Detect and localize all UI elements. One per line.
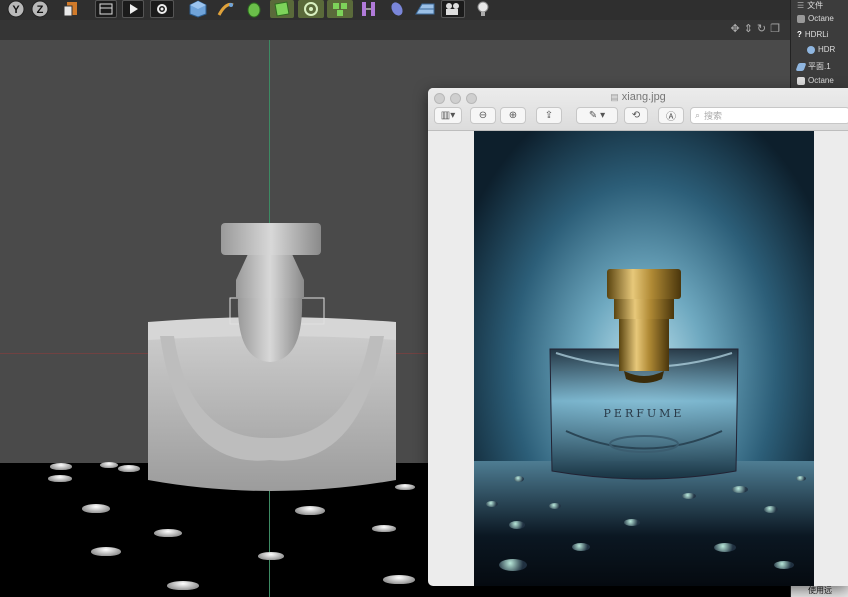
water-drop <box>572 543 590 551</box>
object-item-hdr[interactable]: HDR <box>807 45 835 54</box>
share-button[interactable]: ⇪ <box>536 107 562 124</box>
perfume-image: PERFUME <box>474 131 814 586</box>
search-icon: ⌕ <box>695 110 701 120</box>
water-drop <box>91 547 121 556</box>
cloner-icon[interactable] <box>327 0 353 18</box>
water-drop <box>48 475 72 482</box>
water-drop <box>764 506 778 513</box>
coordinate-system-icon[interactable] <box>60 0 82 18</box>
plane-icon <box>795 62 807 71</box>
water-drop <box>395 484 415 490</box>
move-view-icon[interactable]: ✥ <box>730 22 739 35</box>
water-drop <box>509 521 525 529</box>
water-drop <box>499 559 527 571</box>
water-drop <box>118 465 140 472</box>
preview-window[interactable]: ▤ xiang.jpg ▥▾ ⊖ ⊕ ⇪ ✎ ▾ ⟲ Ⓐ ⌕ 搜索 PERFUM… <box>428 88 848 586</box>
water-drop <box>258 552 284 560</box>
water-drop <box>82 504 110 513</box>
scene-icon[interactable] <box>357 0 381 18</box>
question-icon: ? <box>797 30 802 39</box>
sphere-icon <box>807 45 815 54</box>
perfume-bottle-render <box>549 269 739 480</box>
cube-icon[interactable] <box>186 0 210 18</box>
water-drop <box>549 503 561 509</box>
zoom-out-button[interactable]: ⊖ <box>470 107 496 124</box>
markup-button[interactable]: ✎ ▾ <box>576 107 618 124</box>
object-item-octane[interactable]: Octane <box>797 76 834 85</box>
water-drop <box>732 486 748 493</box>
water-drop <box>154 529 182 537</box>
water-drop <box>372 525 396 532</box>
axis-y-lock-button[interactable]: Y <box>6 0 26 18</box>
object-item-octane-camera[interactable]: Octane <box>797 14 834 23</box>
axis-z-lock-button[interactable]: Z <box>30 0 50 18</box>
nurbs-icon[interactable] <box>242 0 266 18</box>
window-title: ▤ xiang.jpg <box>610 91 666 103</box>
perfume-label: PERFUME <box>603 407 685 420</box>
viewport-nav-icons: ✥ ⇕ ↻ ❐ <box>730 22 780 35</box>
deformer-icon[interactable] <box>270 0 294 18</box>
water-drop <box>624 519 640 526</box>
water-drop <box>50 463 72 470</box>
water-drop <box>682 493 696 499</box>
octane-icon <box>797 14 805 23</box>
water-drop <box>774 561 794 569</box>
water-drop <box>796 476 806 481</box>
floor-icon[interactable] <box>412 0 438 18</box>
search-field[interactable]: ⌕ 搜索 <box>690 107 848 124</box>
zoom-in-button[interactable]: ⊕ <box>500 107 526 124</box>
svg-text:Y: Y <box>12 4 20 16</box>
annotate-button[interactable]: Ⓐ <box>658 107 684 124</box>
render-play-icon[interactable] <box>122 0 144 18</box>
octane-icon <box>797 76 805 85</box>
water-drop <box>514 476 524 482</box>
dolly-view-icon[interactable]: ⇕ <box>744 22 753 35</box>
preview-titlebar[interactable]: ▤ xiang.jpg ▥▾ ⊖ ⊕ ⇪ ✎ ▾ ⟲ Ⓐ ⌕ 搜索 <box>428 88 848 131</box>
water-drop <box>100 462 118 468</box>
svg-text:Z: Z <box>37 4 44 16</box>
light-bulb-icon[interactable] <box>471 0 495 18</box>
main-toolbar: Y Z <box>0 0 790 21</box>
rotate-button[interactable]: ⟲ <box>624 107 648 124</box>
render-settings-icon[interactable] <box>150 0 174 18</box>
water-drop <box>714 543 736 552</box>
object-item-hdrli[interactable]: ? HDRLi <box>797 30 828 39</box>
image-file-icon: ▤ <box>610 92 619 102</box>
water-drop <box>167 581 199 590</box>
mograph-icon[interactable] <box>298 0 324 18</box>
sidebar-toggle-button[interactable]: ▥▾ <box>434 107 462 124</box>
environment-icon[interactable] <box>385 0 409 18</box>
water-drop <box>295 506 325 515</box>
maximize-view-icon[interactable]: ❐ <box>770 22 780 35</box>
rotate-view-icon[interactable]: ↻ <box>757 22 766 35</box>
water-drop <box>383 575 415 584</box>
camera-icon[interactable] <box>441 0 465 18</box>
render-view-icon[interactable] <box>95 0 117 18</box>
water-drop <box>486 501 498 507</box>
pen-spline-icon[interactable] <box>214 0 238 18</box>
panel-header[interactable]: ☰ 文件 <box>797 0 823 11</box>
object-item-plane[interactable]: 平面.1 <box>795 61 831 72</box>
status-bar: 使用远 <box>791 585 848 597</box>
viewport-header: ✥ ⇕ ↻ ❐ <box>0 20 790 40</box>
